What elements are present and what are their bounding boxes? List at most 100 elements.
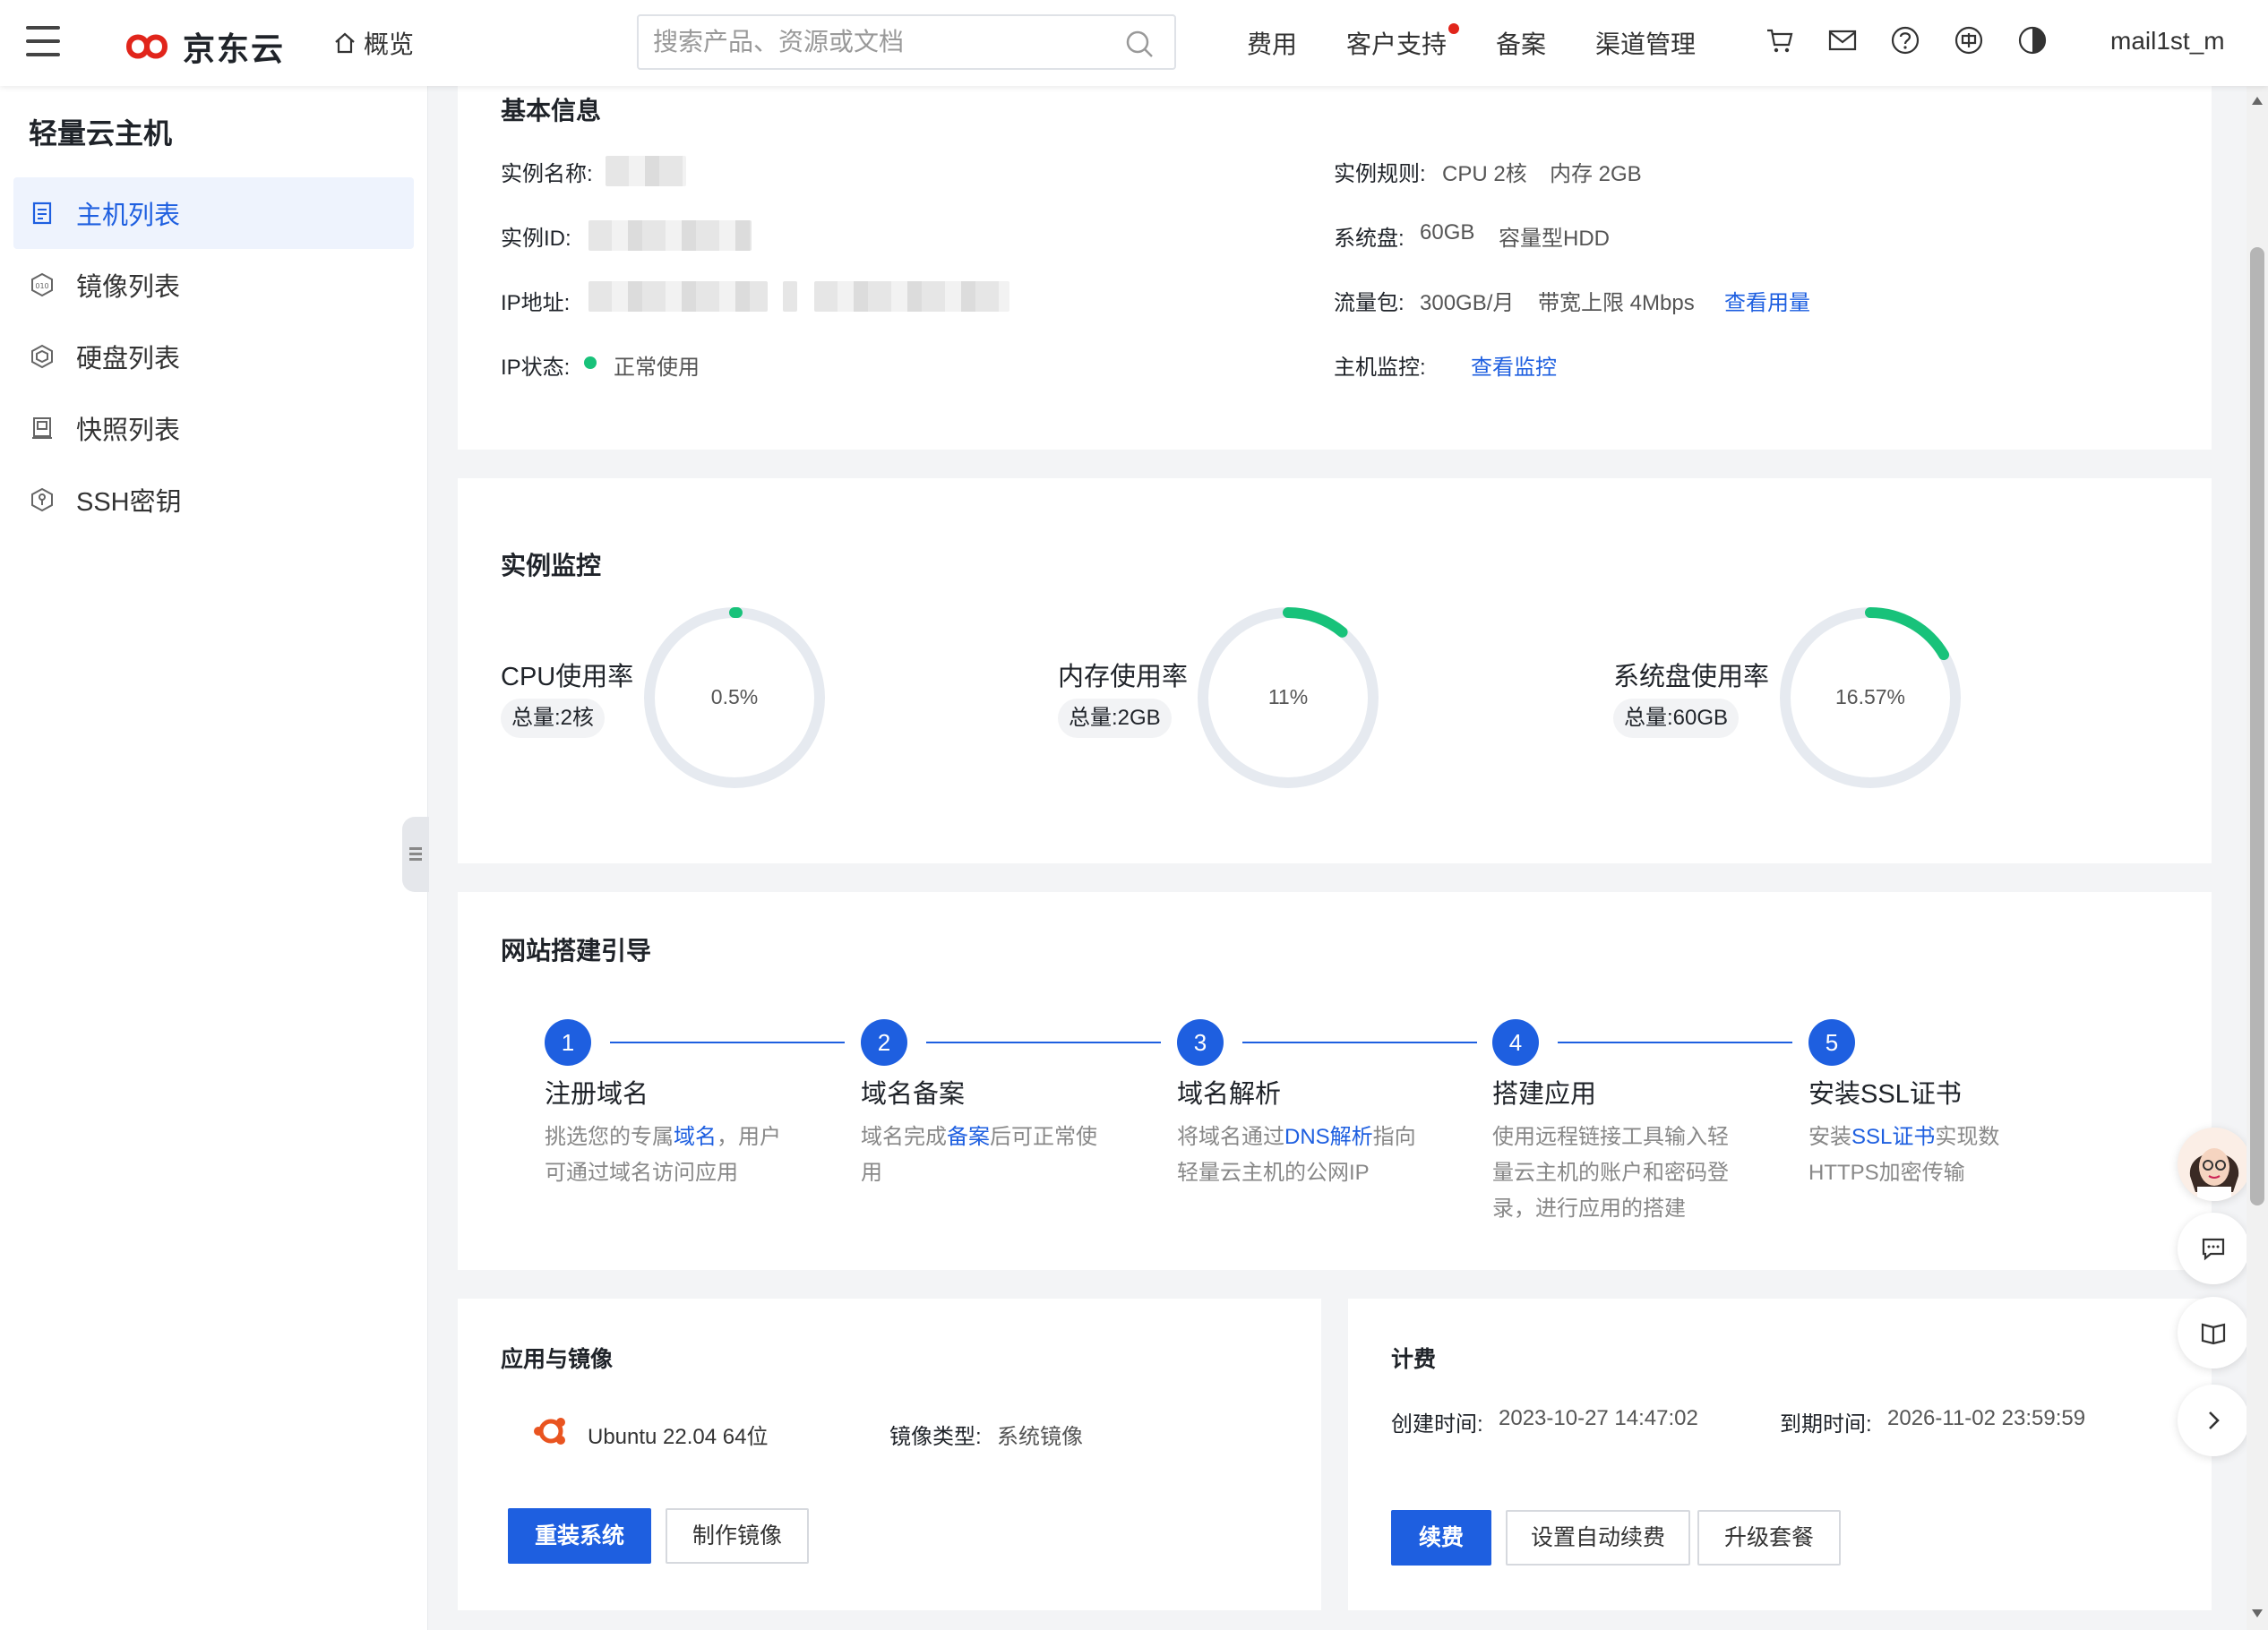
language-icon[interactable]	[1954, 25, 1984, 56]
docs-button[interactable]	[2178, 1297, 2249, 1368]
ssl-link[interactable]: SSL证书	[1851, 1125, 1935, 1149]
chevron-right-icon	[2209, 1411, 2220, 1429]
disk-usage-label: 系统盘使用率	[1613, 663, 1770, 691]
ip-redacted-2	[814, 281, 1009, 312]
nav-support-label: 客户支持	[1346, 30, 1448, 58]
image-type-label: 镜像类型:	[889, 1425, 982, 1449]
view-usage-link[interactable]: 查看用量	[1724, 285, 1810, 316]
nav-overview-label: 概览	[364, 30, 415, 58]
step-5-description: 安装SSL证书实现数HTTPS加密传输	[1808, 1120, 2023, 1191]
monitoring-card: 实例监控 CPU使用率 总量:2核 0.5% 内存使用率 总量:2GB 11% …	[458, 478, 2212, 863]
sidebar-item-image-list[interactable]: 010 镜像列表	[13, 249, 414, 321]
step-connector	[1242, 1042, 1477, 1043]
cpu-gauge: 0.5%	[642, 605, 827, 790]
step-1-badge: 1	[545, 1019, 591, 1066]
step-4-description: 使用远程链接工具输入轻量云主机的账户和密码登录，进行应用的搭建	[1492, 1120, 1743, 1227]
scroll-down-arrow-icon[interactable]	[2251, 1609, 2264, 1619]
reinstall-system-button[interactable]: 重装系统	[508, 1508, 651, 1564]
step-desc-text: 域名完成	[861, 1125, 947, 1149]
ip-redacted-sep	[783, 281, 797, 312]
nav-channel[interactable]: 渠道管理	[1595, 25, 1696, 61]
search-box[interactable]	[637, 14, 1176, 70]
upgrade-plan-button[interactable]: 升级套餐	[1697, 1510, 1841, 1566]
view-monitor-link[interactable]: 查看监控	[1471, 349, 1557, 381]
step-4-title: 搭建应用	[1492, 1080, 1597, 1109]
ip-redacted-1	[588, 281, 768, 312]
make-image-button[interactable]: 制作镜像	[666, 1508, 809, 1564]
svg-text:010: 010	[35, 282, 48, 290]
nav-fees[interactable]: 费用	[1247, 25, 1297, 61]
filing-link[interactable]: 备案	[947, 1125, 990, 1149]
app-image-title: 应用与镜像	[501, 1347, 614, 1372]
sidebar-item-label: 主机列表	[76, 202, 181, 230]
domain-link[interactable]: 域名	[674, 1125, 717, 1149]
site-guide-card: 网站搭建引导 1 2 3 4 5 注册域名 域名备案 域名解析 搭建应用 安装S…	[458, 892, 2212, 1270]
search-input[interactable]	[639, 16, 1174, 68]
step-desc-text: 将域名通过	[1177, 1125, 1284, 1149]
ip-status-value: 正常使用	[614, 356, 700, 380]
step-3-description: 将域名通过DNS解析指向轻量云主机的公网IP	[1177, 1120, 1428, 1191]
sidebar-item-ssh-keys[interactable]: SSH密钥	[13, 464, 414, 536]
memory-usage-value: 11%	[1267, 685, 1309, 708]
instance-name-label: 实例名称:	[501, 162, 593, 186]
monitor-label: 主机监控:	[1334, 356, 1426, 380]
step-4-badge: 4	[1492, 1019, 1539, 1066]
spec-memory: 内存 2GB	[1550, 162, 1642, 186]
sidebar-item-host-list[interactable]: 主机列表	[13, 177, 414, 249]
cart-icon[interactable]	[1765, 25, 1795, 56]
host-list-icon	[32, 202, 52, 225]
instance-id-redacted	[588, 220, 752, 251]
image-icon: 010	[31, 272, 53, 297]
nav-overview[interactable]: 概览	[333, 25, 414, 61]
search-icon[interactable]	[1124, 29, 1155, 59]
sidebar: 轻量云主机 主机列表 010 镜像列表 硬盘列表 快照列表 SSH密钥	[0, 86, 428, 1630]
expand-toolbar-button[interactable]	[2178, 1385, 2249, 1456]
scroll-up-arrow-icon[interactable]	[2251, 95, 2264, 106]
menu-icon[interactable]	[26, 26, 60, 58]
step-2-description: 域名完成备案后可正常使用	[861, 1120, 1112, 1191]
user-account[interactable]: mail1st_m	[2110, 27, 2225, 56]
help-icon[interactable]	[1890, 25, 1920, 56]
notification-dot	[1448, 23, 1460, 34]
traffic-value: 300GB/月	[1420, 291, 1515, 315]
dns-link[interactable]: DNS解析	[1284, 1125, 1373, 1149]
page-scrollbar[interactable]	[2247, 86, 2268, 1630]
theme-toggle-icon[interactable]	[2017, 25, 2048, 56]
status-ok-icon	[584, 356, 597, 369]
step-connector	[1558, 1042, 1792, 1043]
sidebar-collapse-handle[interactable]	[402, 817, 429, 892]
site-guide-title: 网站搭建引导	[501, 937, 652, 965]
disk-icon	[31, 344, 53, 369]
renew-button[interactable]: 续费	[1391, 1510, 1491, 1566]
step-3-title: 域名解析	[1177, 1080, 1282, 1109]
image-type-value: 系统镜像	[997, 1425, 1083, 1449]
expire-time-label: 到期时间:	[1780, 1412, 1872, 1437]
chat-button[interactable]	[2178, 1213, 2249, 1284]
mail-icon[interactable]	[1827, 25, 1858, 56]
sysdisk-type: 容量型HDD	[1499, 227, 1610, 251]
basic-info-card: 基本信息 实例名称: 实例ID: IP地址: IP状态: 正常使用 实例规则: …	[458, 86, 2212, 450]
assistant-avatar-icon	[2178, 1128, 2251, 1201]
sidebar-item-label: SSH密钥	[76, 488, 182, 517]
sidebar-item-disk-list[interactable]: 硬盘列表	[13, 321, 414, 392]
spec-cpu: CPU 2核	[1442, 162, 1527, 186]
scroll-thumb[interactable]	[2250, 247, 2264, 1205]
chat-icon	[2202, 1238, 2225, 1261]
assistant-avatar[interactable]	[2178, 1128, 2251, 1201]
step-desc-text: 使用远程链接工具输入轻量云主机的账户和密码登录，进行应用的搭建	[1492, 1125, 1729, 1221]
spec-label: 实例规则:	[1334, 162, 1426, 186]
disk-gauge: 16.57%	[1778, 605, 1963, 790]
auto-renew-button[interactable]: 设置自动续费	[1506, 1510, 1690, 1566]
ubuntu-icon	[534, 1418, 565, 1445]
billing-card: 计费 创建时间: 2023-10-27 14:47:02 到期时间: 2026-…	[1348, 1299, 2212, 1610]
nav-support[interactable]: 客户支持	[1346, 23, 1460, 61]
sysdisk-size: 60GB	[1420, 220, 1475, 244]
home-icon	[335, 32, 355, 54]
sidebar-item-label: 硬盘列表	[76, 345, 181, 373]
step-desc-text: 安装	[1808, 1125, 1851, 1149]
step-2-title: 域名备案	[861, 1080, 966, 1109]
sidebar-item-snapshot-list[interactable]: 快照列表	[13, 392, 414, 464]
logo[interactable]: 京东云	[116, 23, 285, 70]
nav-filing[interactable]: 备案	[1496, 25, 1546, 61]
step-3-badge: 3	[1177, 1019, 1224, 1066]
